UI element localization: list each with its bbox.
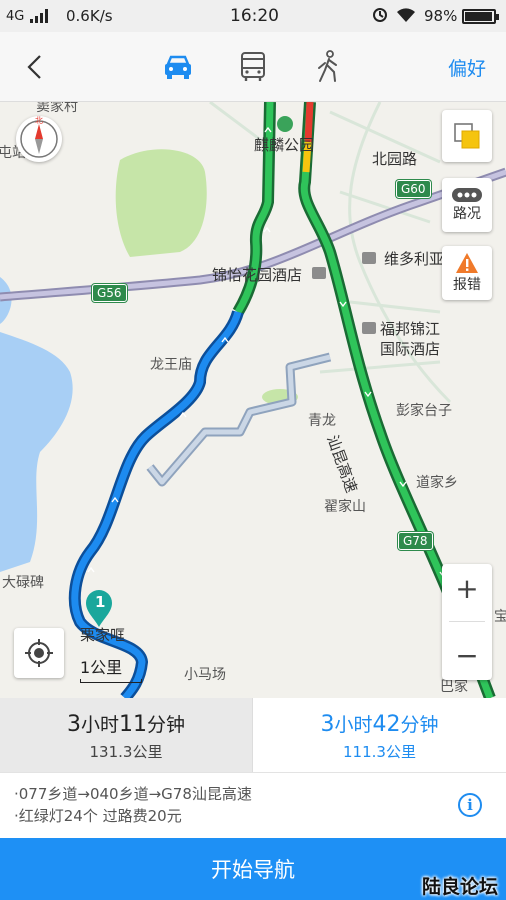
map-label: 龙王庙 (150, 357, 192, 373)
chevron-left-icon (27, 55, 41, 79)
map-label: 大碌碑 (2, 575, 44, 591)
car-icon (165, 55, 191, 79)
bus-icon (241, 52, 265, 81)
nav-bar: 偏好 (0, 32, 506, 102)
map-label: 宝 (494, 609, 506, 625)
map-view[interactable]: 窦家村 屯站 麒麟公园 北园路 锦怡花园酒店 维多利亚 福邦锦江 国际酒店 龙王… (0, 102, 506, 698)
park-area (115, 149, 207, 257)
map-label: 彭家台子 (396, 403, 452, 419)
route-duration: 3小时42分钟 (253, 710, 506, 737)
g78-shield: G78 (398, 532, 433, 550)
tab-walk[interactable] (308, 48, 348, 86)
route-panel: 3小时11分钟 131.3公里 3小时42分钟 111.3公里 ·077乡道→0… (0, 698, 506, 838)
route-hours-unit: 小时 (80, 714, 119, 736)
layers-icon (454, 123, 480, 149)
route-start-pin[interactable]: 1 (84, 588, 114, 632)
map-label: 维多利亚 (384, 250, 445, 268)
map-label: 小马场 (184, 667, 226, 683)
wifi-icon (396, 7, 416, 27)
battery-percent: 98% (424, 7, 458, 25)
zoom-divider (449, 621, 485, 623)
map-label: 北园路 (372, 150, 418, 168)
network-speed: 0.6K/s (66, 7, 113, 25)
lake (0, 332, 73, 572)
traffic-button[interactable]: 路况 (442, 178, 492, 232)
scale-bar (80, 679, 142, 683)
map-label: 窦家村 (36, 102, 78, 115)
route-option-2[interactable]: 3小时42分钟 111.3公里 (253, 698, 506, 772)
route-detail[interactable]: ·077乡道→040乡道→G78汕昆高速 ·红绿灯24个 过路费20元 i (0, 772, 506, 838)
battery-icon (462, 9, 499, 24)
traffic-icon (452, 188, 482, 202)
tab-bus[interactable] (233, 48, 273, 86)
status-bar: 4G 0.6K/s 16:20 98% (0, 0, 506, 32)
traffic-label: 路况 (453, 206, 481, 222)
zoom-control: + − (442, 564, 492, 680)
signal-icon (30, 9, 48, 23)
pin-label: 1 (95, 593, 106, 611)
locate-button[interactable] (14, 628, 64, 678)
route-extra: ·红绿灯24个 过路费20元 (14, 807, 182, 825)
zoom-in-button[interactable]: + (455, 572, 478, 605)
scale-label: 1公里 (80, 658, 123, 677)
watermark: 陆良论坛 (421, 876, 498, 898)
route-hours: 3 (66, 712, 81, 737)
map-label: 福邦锦江 (380, 320, 441, 338)
walk-icon (318, 50, 337, 82)
route-distance: 111.3公里 (343, 743, 416, 761)
map-scale: 1公里 (80, 654, 142, 683)
battery-fill (465, 12, 493, 21)
route-hours-unit: 小时 (334, 714, 373, 736)
route-distance: 131.3公里 (89, 743, 163, 761)
map-label: 翟家山 (324, 499, 366, 515)
zoom-out-button[interactable]: − (455, 639, 478, 672)
locate-icon (25, 639, 53, 667)
map-label: 锦怡花园酒店 (212, 266, 303, 284)
preference-button[interactable]: 偏好 (448, 54, 486, 81)
info-icon[interactable]: i (458, 793, 482, 817)
alt-route (148, 354, 331, 485)
warning-icon (456, 253, 478, 273)
map-label: 道家乡 (416, 475, 458, 491)
alarm-icon (372, 7, 388, 27)
route-minutes-unit: 分钟 (147, 714, 186, 736)
hotel-icon (312, 267, 326, 279)
hotel-icon (362, 322, 376, 334)
route-minutes: 11 (119, 712, 147, 737)
report-label: 报错 (453, 277, 481, 293)
compass-north-label: 北 (35, 116, 43, 125)
tab-drive[interactable] (158, 48, 198, 86)
g56-shield: G56 (92, 284, 127, 302)
report-button[interactable]: 报错 (442, 246, 492, 300)
g60-shield: G60 (396, 180, 431, 198)
park-icon (277, 116, 293, 132)
route-option-1[interactable]: 3小时11分钟 131.3公里 (0, 698, 253, 772)
hotel-icon (362, 252, 376, 264)
map-label: 国际酒店 (380, 340, 441, 358)
route-hours: 3 (320, 712, 335, 737)
map-label: 麒麟公园 (254, 136, 315, 154)
app-root: 4G 0.6K/s 16:20 98% 偏好 窦家村 屯站 麒麟公园 北园路 锦… (0, 0, 506, 900)
map-label: 青龙 (308, 413, 336, 429)
back-button[interactable] (18, 50, 52, 84)
route-minutes-unit: 分钟 (400, 714, 439, 736)
compass-button[interactable]: 北 (16, 116, 62, 162)
clock: 16:20 (230, 6, 279, 26)
layers-button[interactable] (442, 110, 492, 162)
route-path: ·077乡道→040乡道→G78汕昆高速 (14, 785, 252, 803)
route-duration: 3小时11分钟 (0, 710, 252, 737)
route-minutes: 42 (372, 712, 401, 737)
network-type: 4G (6, 9, 25, 24)
